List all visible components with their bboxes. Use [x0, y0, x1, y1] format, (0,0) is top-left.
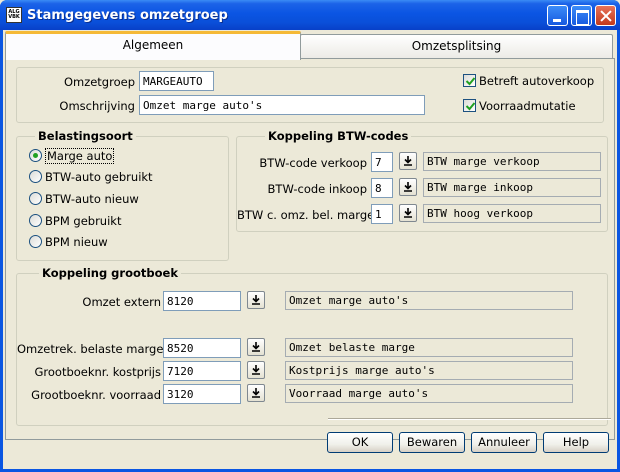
btw-bel-marge-description: BTW hoog verkoop	[423, 204, 601, 223]
btw-inkoop-code-input[interactable]: 8	[371, 178, 393, 198]
radio-marge-auto[interactable]: Marge auto	[29, 148, 115, 164]
voorraad-label: Grootboeknr. voorraad	[31, 388, 161, 402]
download-arrow-icon	[252, 365, 260, 375]
minimize-button[interactable]	[547, 5, 568, 26]
dialog-window: ALG VBK Stamgegevens omzetgroep Omzetspl…	[0, 0, 620, 472]
omschrijving-input[interactable]: Omzet marge auto's	[139, 95, 425, 115]
belastingsoort-group: Belastingsoort Marge auto BTW-auto gebru…	[16, 129, 229, 261]
btw-inkoop-description: BTW marge inkoop	[423, 178, 601, 197]
radio-dot[interactable]	[29, 214, 42, 227]
omzet-extern-description: Omzet marge auto's	[285, 291, 573, 310]
belastingsoort-title: Belastingsoort	[35, 129, 136, 143]
checkbox-box[interactable]	[463, 99, 476, 112]
omzet-extern-input[interactable]: 8120	[163, 291, 241, 311]
ok-button[interactable]: OK	[327, 432, 393, 453]
tab-panel: Omzetgroep MARGEAUTO Omschrijving Omzet …	[5, 58, 615, 440]
radio-bpm-gebruikt[interactable]: BPM gebruikt	[29, 214, 121, 228]
voorraad-input[interactable]: 3120	[163, 384, 241, 404]
omzetrek-lookup-button[interactable]	[247, 338, 265, 356]
btw-verkoop-description: BTW marge verkoop	[423, 152, 601, 171]
download-arrow-icon	[252, 388, 260, 398]
omzetrek-description: Omzet belaste marge	[285, 338, 573, 357]
btw-verkoop-code-input[interactable]: 7	[371, 152, 393, 172]
btw-bel-marge-label: BTW c. omz. bel. marge	[237, 208, 375, 222]
kostprijs-lookup-button[interactable]	[247, 361, 265, 379]
download-arrow-icon	[404, 156, 412, 166]
general-panel: Omzetgroep MARGEAUTO Omschrijving Omzet …	[16, 67, 604, 123]
btw-bel-marge-lookup-button[interactable]	[399, 204, 417, 222]
maximize-button[interactable]	[571, 5, 592, 26]
bewaren-button[interactable]: Bewaren	[399, 432, 465, 453]
btw-inkoop-lookup-button[interactable]	[399, 178, 417, 196]
voorraad-lookup-button[interactable]	[247, 384, 265, 402]
radio-dot[interactable]	[29, 235, 42, 248]
download-arrow-icon	[404, 208, 412, 218]
btw-verkoop-label: BTW-code verkoop	[259, 156, 367, 170]
kostprijs-input[interactable]: 7120	[163, 361, 241, 381]
betreft-autoverkoop-checkbox[interactable]: Betreft autoverkoop	[463, 74, 594, 88]
download-arrow-icon	[252, 342, 260, 352]
window-title: Stamgegevens omzetgroep	[27, 8, 228, 23]
grootboek-group: Koppeling grootboek Omzet extern 8120 Om…	[16, 266, 608, 426]
checkmark-icon	[465, 102, 476, 111]
download-arrow-icon	[252, 295, 260, 305]
btw-codes-group: Koppeling BTW-codes BTW-code verkoop 7 B…	[236, 129, 608, 232]
radio-label: BTW-auto gebruikt	[45, 170, 153, 184]
app-icon: ALG VBK	[6, 7, 22, 23]
help-button[interactable]: Help	[543, 432, 609, 453]
radio-dot[interactable]	[29, 192, 42, 205]
tab-algemeen[interactable]: Algemeen	[5, 31, 301, 60]
radio-btw-auto-gebruikt[interactable]: BTW-auto gebruikt	[29, 170, 153, 184]
title-bar[interactable]: ALG VBK Stamgegevens omzetgroep	[0, 0, 620, 30]
radio-dot[interactable]	[29, 149, 42, 162]
voorraad-description: Voorraad marge auto's	[285, 384, 573, 403]
tab-omzetsplitsing[interactable]: Omzetsplitsing	[300, 34, 613, 58]
voorraadmutatie-checkbox[interactable]: Voorraadmutatie	[463, 99, 576, 113]
dialog-client: Omzetsplitsing Algemeen Omzetgroep MARGE…	[3, 30, 617, 469]
omzetrek-input[interactable]: 8520	[163, 338, 241, 358]
omzet-extern-lookup-button[interactable]	[247, 291, 265, 309]
radio-label: BPM gebruikt	[45, 214, 122, 228]
voorraadmutatie-label: Voorraadmutatie	[479, 99, 576, 113]
btw-bel-marge-code-input[interactable]: 1	[371, 204, 393, 224]
download-arrow-icon	[404, 182, 412, 192]
btw-verkoop-lookup-button[interactable]	[399, 152, 417, 170]
betreft-autoverkoop-label: Betreft autoverkoop	[479, 74, 595, 88]
omschrijving-label: Omschrijving	[59, 99, 135, 113]
omzetgroep-label: Omzetgroep	[63, 75, 135, 89]
radio-bpm-nieuw[interactable]: BPM nieuw	[29, 235, 108, 249]
omzet-extern-label: Omzet extern	[82, 295, 161, 309]
radio-label: Marge auto	[45, 148, 115, 164]
omzetrek-label: Omzetrek. belaste marge	[17, 342, 164, 356]
radio-label: BPM nieuw	[45, 235, 108, 249]
checkmark-icon	[465, 77, 476, 86]
radio-label: BTW-auto nieuw	[45, 192, 139, 206]
radio-btw-auto-nieuw[interactable]: BTW-auto nieuw	[29, 192, 139, 206]
omzetgroep-input[interactable]: MARGEAUTO	[139, 71, 214, 91]
kostprijs-description: Kostprijs marge auto's	[285, 361, 573, 380]
kostprijs-label: Grootboeknr. kostprijs	[34, 365, 161, 379]
radio-dot[interactable]	[29, 170, 42, 183]
btw-codes-title: Koppeling BTW-codes	[265, 129, 412, 143]
checkbox-box[interactable]	[463, 74, 476, 87]
btw-inkoop-label: BTW-code inkoop	[267, 182, 367, 196]
close-button[interactable]	[595, 5, 616, 26]
annuleer-button[interactable]: Annuleer	[471, 432, 537, 453]
button-separator	[328, 418, 611, 420]
grootboek-title: Koppeling grootboek	[39, 266, 181, 280]
